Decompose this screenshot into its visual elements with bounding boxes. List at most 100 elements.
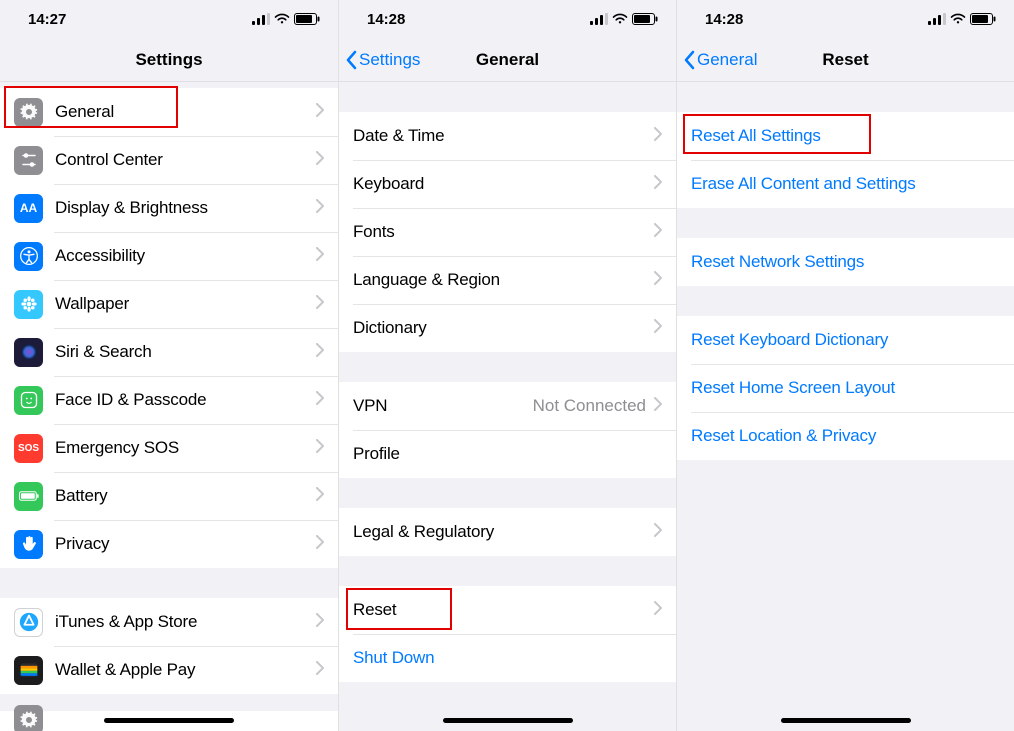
privacy-icon xyxy=(14,530,43,559)
row-display[interactable]: AA Display & Brightness xyxy=(0,184,338,232)
list-group: Reset All Settings Erase All Content and … xyxy=(677,112,1014,208)
chevron-right-icon xyxy=(654,601,662,620)
phone-2: 14:28SettingsGeneralDate & TimeKeyboardF… xyxy=(338,0,676,731)
status-time: 14:28 xyxy=(705,11,743,28)
row-reset-all[interactable]: Reset All Settings xyxy=(677,112,1014,160)
row-wallpaper[interactable]: Wallpaper xyxy=(0,280,338,328)
row-label: Control Center xyxy=(55,150,316,170)
status-bar: 14:27 xyxy=(0,0,338,38)
row-reset-home[interactable]: Reset Home Screen Layout xyxy=(677,364,1014,412)
nav-back-button[interactable]: Settings xyxy=(339,50,420,70)
row-itunes[interactable]: iTunes & App Store xyxy=(0,598,338,646)
list-group: Date & Time Keyboard Fonts Language & Regio… xyxy=(339,112,676,352)
wallpaper-icon xyxy=(14,290,43,319)
row-label: Shut Down xyxy=(353,648,662,668)
wallet-icon xyxy=(14,656,43,685)
row-reset-location[interactable]: Reset Location & Privacy xyxy=(677,412,1014,460)
phone-3: 14:28 GeneralReset Reset All Settings Erase… xyxy=(676,0,1014,731)
battery-icon xyxy=(14,482,43,511)
group-separator xyxy=(339,478,676,508)
row-sos[interactable]: SOSEmergency SOS xyxy=(0,424,338,472)
row-label: Wallpaper xyxy=(55,294,316,314)
row-reset-network[interactable]: Reset Network Settings xyxy=(677,238,1014,286)
list-group: VPNNot ConnectedProfile xyxy=(339,382,676,478)
row-label: General xyxy=(55,102,316,122)
nav-back-label: General xyxy=(697,50,757,70)
home-indicator[interactable] xyxy=(443,718,573,723)
row-datetime[interactable]: Date & Time xyxy=(339,112,676,160)
chevron-right-icon xyxy=(654,175,662,194)
row-label: Keyboard xyxy=(353,174,654,194)
row-label: VPN xyxy=(353,396,533,416)
row-legal[interactable]: Legal & Regulatory xyxy=(339,508,676,556)
row-label: Reset Network Settings xyxy=(691,252,1000,272)
row-fonts[interactable]: Fonts xyxy=(339,208,676,256)
row-reset[interactable]: Reset xyxy=(339,586,676,634)
row-privacy[interactable]: Privacy xyxy=(0,520,338,568)
nav-back-button[interactable]: General xyxy=(677,50,757,70)
nav-back-label: Settings xyxy=(359,50,420,70)
row-wallet[interactable]: Wallet & Apple Pay xyxy=(0,646,338,694)
row-label: Reset Keyboard Dictionary xyxy=(691,330,1000,350)
chevron-right-icon xyxy=(654,319,662,338)
group-separator xyxy=(0,568,338,598)
row-shutdown[interactable]: Shut Down xyxy=(339,634,676,682)
general-icon xyxy=(14,98,43,127)
nav-title: Settings xyxy=(0,50,338,70)
list-group: Legal & Regulatory xyxy=(339,508,676,556)
row-label: Fonts xyxy=(353,222,654,242)
chevron-right-icon xyxy=(316,613,324,632)
row-keyboard[interactable]: Keyboard xyxy=(339,160,676,208)
row-label: Date & Time xyxy=(353,126,654,146)
group-separator xyxy=(677,208,1014,238)
row-language[interactable]: Language & Region xyxy=(339,256,676,304)
status-indicators xyxy=(928,13,996,25)
siri-icon xyxy=(14,338,43,367)
row-profile[interactable]: Profile xyxy=(339,430,676,478)
row-label: Reset All Settings xyxy=(691,126,1000,146)
wifi-icon xyxy=(950,13,966,25)
row-label: iTunes & App Store xyxy=(55,612,316,632)
row-label: Reset xyxy=(353,600,654,620)
row-faceid[interactable]: Face ID & Passcode xyxy=(0,376,338,424)
cellular-icon xyxy=(252,13,270,25)
wifi-icon xyxy=(612,13,628,25)
chevron-right-icon xyxy=(316,151,324,170)
cellular-icon xyxy=(928,13,946,25)
row-battery[interactable]: Battery xyxy=(0,472,338,520)
row-erase-all[interactable]: Erase All Content and Settings xyxy=(677,160,1014,208)
row-general[interactable]: General xyxy=(0,88,338,136)
list-group: Reset Shut Down xyxy=(339,586,676,682)
chevron-right-icon xyxy=(316,247,324,266)
group-separator xyxy=(339,82,676,112)
row-reset-keyboard[interactable]: Reset Keyboard Dictionary xyxy=(677,316,1014,364)
row-label: Emergency SOS xyxy=(55,438,316,458)
home-indicator[interactable] xyxy=(781,718,911,723)
nav-bar: GeneralReset xyxy=(677,38,1014,82)
list-group: Reset Network Settings xyxy=(677,238,1014,286)
status-indicators xyxy=(252,13,320,25)
chevron-right-icon xyxy=(654,397,662,416)
row-label: Siri & Search xyxy=(55,342,316,362)
row-dictionary[interactable]: Dictionary xyxy=(339,304,676,352)
status-bar: 14:28 xyxy=(677,0,1014,38)
row-label: Erase All Content and Settings xyxy=(691,174,1000,194)
row-accessibility[interactable]: Accessibility xyxy=(0,232,338,280)
faceid-icon xyxy=(14,386,43,415)
status-time: 14:27 xyxy=(28,11,66,28)
group-separator xyxy=(339,556,676,586)
list-group: General Control Center AA Display & Brightn… xyxy=(0,88,338,568)
row-label: Battery xyxy=(55,486,316,506)
display-icon: AA xyxy=(14,194,43,223)
row-vpn[interactable]: VPNNot Connected xyxy=(339,382,676,430)
row-label: Display & Brightness xyxy=(55,198,316,218)
row-siri[interactable]: Siri & Search xyxy=(0,328,338,376)
status-indicators xyxy=(590,13,658,25)
chevron-right-icon xyxy=(654,127,662,146)
home-indicator[interactable] xyxy=(104,718,234,723)
chevron-right-icon xyxy=(316,343,324,362)
row-control-center[interactable]: Control Center xyxy=(0,136,338,184)
row-label: Face ID & Passcode xyxy=(55,390,316,410)
cellular-icon xyxy=(590,13,608,25)
row-label: Dictionary xyxy=(353,318,654,338)
